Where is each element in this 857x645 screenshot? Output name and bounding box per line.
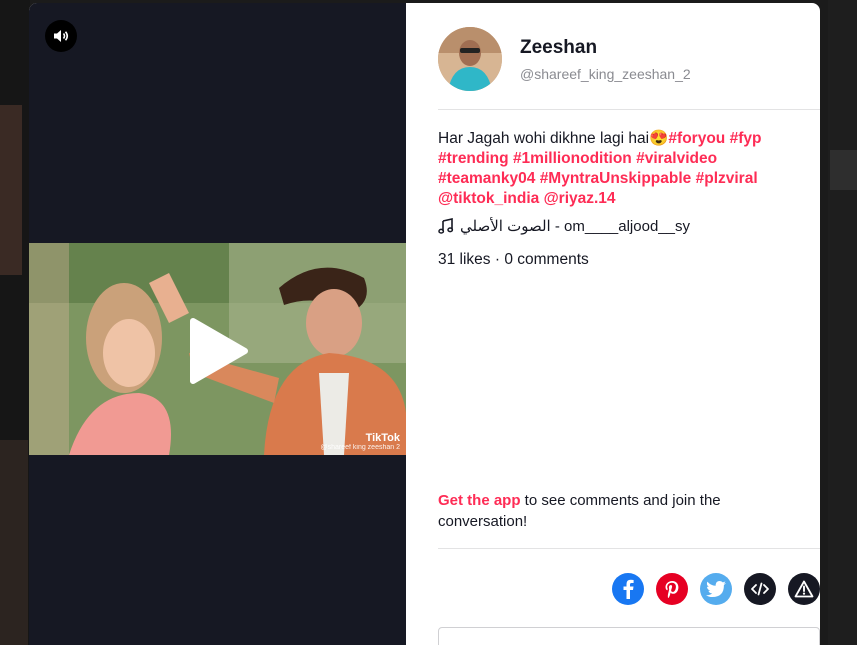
avatar-image: [438, 27, 502, 91]
embed-icon: [751, 582, 769, 596]
music-title: الصوت الأصلي - om____aljood__sy: [460, 218, 690, 235]
tiktok-watermark: TikTok @shareef king zeeshan 2: [321, 432, 401, 451]
avatar[interactable]: [438, 27, 502, 91]
hashtag-link[interactable]: #teamanky04: [438, 170, 535, 187]
facebook-icon: [623, 579, 634, 599]
watermark-username: @shareef king zeeshan 2: [320, 444, 401, 451]
watermark-logo: TikTok: [365, 432, 400, 444]
caption-text: Har Jagah wohi dikhne lagi hai: [438, 130, 650, 147]
music-link[interactable]: الصوت الأصلي - om____aljood__sy: [438, 217, 690, 235]
twitter-icon: [706, 581, 726, 597]
embed-button[interactable]: [744, 573, 776, 605]
background-thumbnail: [0, 105, 22, 275]
video-thumbnail[interactable]: TikTok @shareef king zeeshan 2: [29, 243, 406, 455]
report-button[interactable]: [788, 573, 820, 605]
video-caption: Har Jagah wohi dikhne lagi hai😍#foryou #…: [438, 129, 810, 209]
hashtag-link[interactable]: #viralvideo: [636, 150, 717, 167]
hashtag-link[interactable]: #MyntraUnskippable: [540, 170, 692, 187]
get-app-link[interactable]: Get the app: [438, 492, 521, 509]
get-app-prompt: Get the app to see comments and join the…: [438, 490, 778, 532]
mention-link[interactable]: @tiktok_india: [438, 190, 539, 207]
mention-link[interactable]: @riyaz.14: [544, 190, 616, 207]
copy-link-box[interactable]: [438, 627, 820, 645]
background-thumbnail: [0, 440, 28, 645]
divider: [438, 548, 820, 549]
video-stats: 31 likes · 0 comments: [438, 251, 589, 268]
hashtag-link[interactable]: #foryou: [668, 130, 725, 147]
twitter-share-button[interactable]: [700, 573, 732, 605]
hashtag-link[interactable]: #fyp: [730, 130, 762, 147]
background-page: [828, 0, 857, 645]
divider: [438, 109, 820, 110]
report-icon: [794, 580, 814, 598]
play-icon[interactable]: [187, 317, 249, 385]
share-buttons: [612, 573, 820, 605]
hashtag-link[interactable]: #1millionodition: [513, 150, 632, 167]
volume-icon: [54, 30, 69, 42]
volume-button[interactable]: [45, 20, 77, 52]
caption-emoji: 😍: [649, 130, 669, 147]
music-note-icon: [438, 218, 454, 234]
pinterest-icon: [665, 581, 679, 598]
hashtag-link[interactable]: #trending: [438, 150, 509, 167]
video-modal: TikTok @shareef king zeeshan 2 Zeeshan @…: [29, 3, 820, 645]
author-name[interactable]: Zeeshan: [520, 37, 597, 59]
pinterest-share-button[interactable]: [656, 573, 688, 605]
author-handle[interactable]: @shareef_king_zeeshan_2: [520, 66, 691, 82]
video-info-panel: Zeeshan @shareef_king_zeeshan_2 Har Jaga…: [438, 3, 820, 645]
facebook-share-button[interactable]: [612, 573, 644, 605]
hashtag-link[interactable]: #plzviral: [696, 170, 758, 187]
video-player[interactable]: TikTok @shareef king zeeshan 2: [29, 3, 406, 645]
background-thumbnail: [830, 150, 857, 190]
